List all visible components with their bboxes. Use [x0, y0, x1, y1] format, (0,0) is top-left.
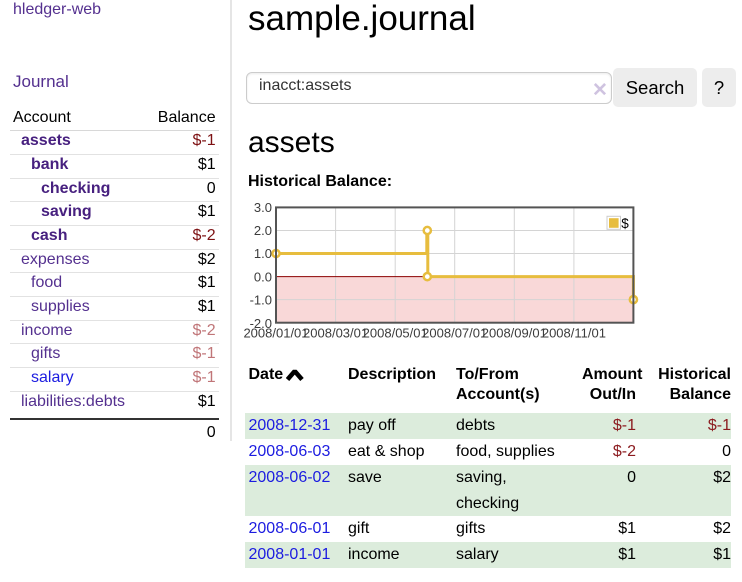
svg-text:2008/05/01: 2008/05/01 — [363, 326, 428, 341]
svg-text:$: $ — [621, 216, 629, 231]
svg-text:0.0: 0.0 — [254, 269, 272, 284]
svg-text:-1.0: -1.0 — [250, 293, 272, 308]
svg-text:1.0: 1.0 — [254, 246, 272, 261]
svg-text:2008/03/01: 2008/03/01 — [303, 326, 368, 341]
svg-text:3.0: 3.0 — [254, 200, 272, 215]
svg-text:2008/07/01: 2008/07/01 — [422, 326, 487, 341]
svg-text:2.0: 2.0 — [254, 223, 272, 238]
svg-text:2008/11/01: 2008/11/01 — [542, 326, 606, 341]
svg-text:2008/01/01: 2008/01/01 — [243, 326, 308, 341]
svg-text:2008/09/01: 2008/09/01 — [482, 326, 547, 341]
